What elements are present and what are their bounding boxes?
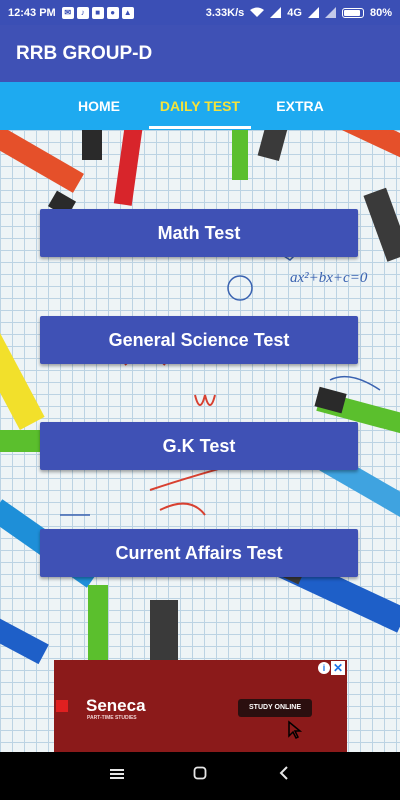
signal-icon [270, 7, 282, 18]
tab-daily-test[interactable]: DAILY TEST [150, 82, 250, 130]
back-icon[interactable] [273, 766, 295, 786]
network-type: 4G [287, 6, 302, 19]
tab-bar: HOME DAILY TEST EXTRA [0, 82, 400, 130]
gk-test-button[interactable]: G.K Test [40, 422, 358, 470]
signal-icon-3 [324, 7, 336, 18]
app-bar: RRB GROUP-D [0, 25, 400, 82]
test-list-area: ax²+bx+c=0 Math Test General Science Tes… [0, 130, 400, 752]
notification-icons: ✉ ♪ ■ ● ▲ [61, 6, 134, 19]
app-icon: ■ [91, 6, 104, 19]
signal-icon-2 [307, 7, 319, 18]
status-time: 12:43 PM [8, 6, 56, 19]
math-test-button[interactable]: Math Test [40, 209, 358, 257]
system-nav-bar [0, 752, 400, 800]
info-icon[interactable]: i [318, 662, 330, 674]
general-science-test-button[interactable]: General Science Test [40, 316, 358, 364]
current-affairs-test-button[interactable]: Current Affairs Test [40, 529, 358, 577]
app-icon-3: ▲ [121, 6, 134, 19]
tab-indicator [149, 126, 251, 129]
tab-home[interactable]: HOME [58, 82, 140, 130]
ad-logo-mark [56, 700, 68, 712]
network-speed: 3.33K/s [205, 6, 245, 19]
battery-level: 80% [369, 6, 392, 19]
app-title: RRB GROUP-D [16, 42, 153, 64]
ad-brand: Seneca [86, 696, 146, 715]
ad-banner[interactable]: Seneca PART-TIME STUDIES STUDY ONLINE i … [54, 660, 347, 752]
mail-icon: ✉ [61, 6, 74, 19]
ad-cta-button[interactable]: STUDY ONLINE [238, 699, 312, 717]
home-square-icon[interactable] [189, 766, 211, 786]
cursor-icon [288, 720, 303, 740]
app-icon-2: ● [106, 6, 119, 19]
close-icon[interactable]: ✕ [331, 661, 345, 675]
menu-icon[interactable] [106, 766, 128, 786]
status-bar: 12:43 PM ✉ ♪ ■ ● ▲ 3.33K/s 4G 80% [0, 0, 400, 25]
formula-scribble: ax²+bx+c=0 [290, 270, 368, 286]
tab-extra[interactable]: EXTRA [262, 82, 338, 130]
tiktok-icon: ♪ [76, 6, 89, 19]
wifi-icon [250, 7, 265, 17]
battery-icon [341, 7, 364, 18]
ad-subtitle: PART-TIME STUDIES [87, 715, 137, 721]
status-right: 3.33K/s 4G 80% [206, 7, 392, 19]
